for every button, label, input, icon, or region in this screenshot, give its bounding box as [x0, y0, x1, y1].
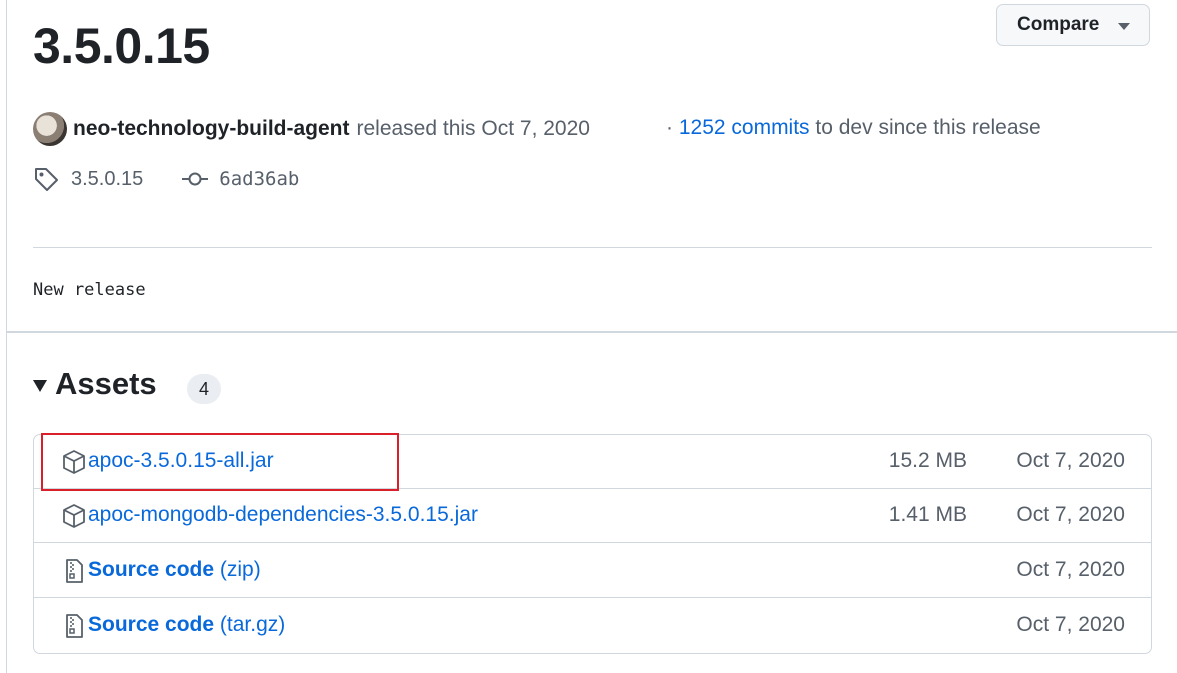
release-notes: New release [33, 280, 146, 300]
asset-date: Oct 7, 2020 [1016, 558, 1125, 581]
asset-name: apoc-mongodb-dependencies-3.5.0.15.jar [88, 503, 478, 526]
triangle-down-icon [33, 380, 47, 392]
compare-button[interactable]: Compare [996, 4, 1150, 46]
asset-name: Source code [88, 558, 215, 581]
release-byline: neo-technology-build-agent released this… [33, 111, 590, 147]
author-link[interactable]: neo-technology-build-agent [73, 117, 349, 141]
section-divider [6, 331, 1177, 333]
file-zip-icon [62, 558, 86, 584]
avatar[interactable] [33, 112, 67, 146]
tag-link[interactable]: 3.5.0.15 [71, 168, 143, 191]
asset-link[interactable]: Source code (zip) [88, 558, 261, 582]
asset-date: Oct 7, 2020 [1016, 449, 1125, 472]
commits-link[interactable]: 1252 commits [679, 116, 810, 139]
released-text: released this Oct 7, 2020 [356, 117, 590, 140]
release-title: 3.5.0.15 [33, 18, 210, 74]
tag-icon [33, 166, 59, 192]
asset-row: Source code (zip) Oct 7, 2020 [34, 544, 1151, 598]
asset-row: Source code (tar.gz) Oct 7, 2020 [34, 599, 1151, 653]
commit-icon [181, 169, 209, 189]
asset-link[interactable]: Source code (tar.gz) [88, 613, 285, 637]
asset-size: 1.41 MB [888, 503, 967, 526]
content-border [6, 0, 7, 673]
highlight-box [41, 433, 399, 491]
divider [33, 247, 1152, 248]
asset-name: Source code [88, 613, 215, 636]
asset-date: Oct 7, 2020 [1016, 613, 1125, 636]
asset-date: Oct 7, 2020 [1016, 503, 1125, 526]
asset-format: (tar.gz) [219, 613, 286, 636]
assets-toggle[interactable]: Assets [33, 366, 157, 402]
commits-info: · 1252 commits to dev since this release [666, 116, 1041, 140]
asset-link[interactable]: apoc-mongodb-dependencies-3.5.0.15.jar [88, 503, 478, 527]
assets-title: Assets [55, 366, 157, 401]
asset-size: 15.2 MB [888, 449, 967, 472]
commit-sha-link[interactable]: 6ad36ab [219, 168, 299, 190]
compare-label: Compare [1017, 14, 1100, 35]
file-zip-icon [62, 613, 86, 639]
commits-suffix: to dev since this release [815, 116, 1041, 139]
asset-format: (zip) [219, 558, 261, 581]
assets-count-badge: 4 [187, 374, 221, 404]
commits-separator: · [666, 116, 673, 139]
package-icon [62, 503, 86, 529]
asset-row: apoc-mongodb-dependencies-3.5.0.15.jar 1… [34, 489, 1151, 543]
chevron-down-icon [1118, 23, 1130, 30]
release-meta: 3.5.0.15 6ad36ab [33, 164, 299, 194]
